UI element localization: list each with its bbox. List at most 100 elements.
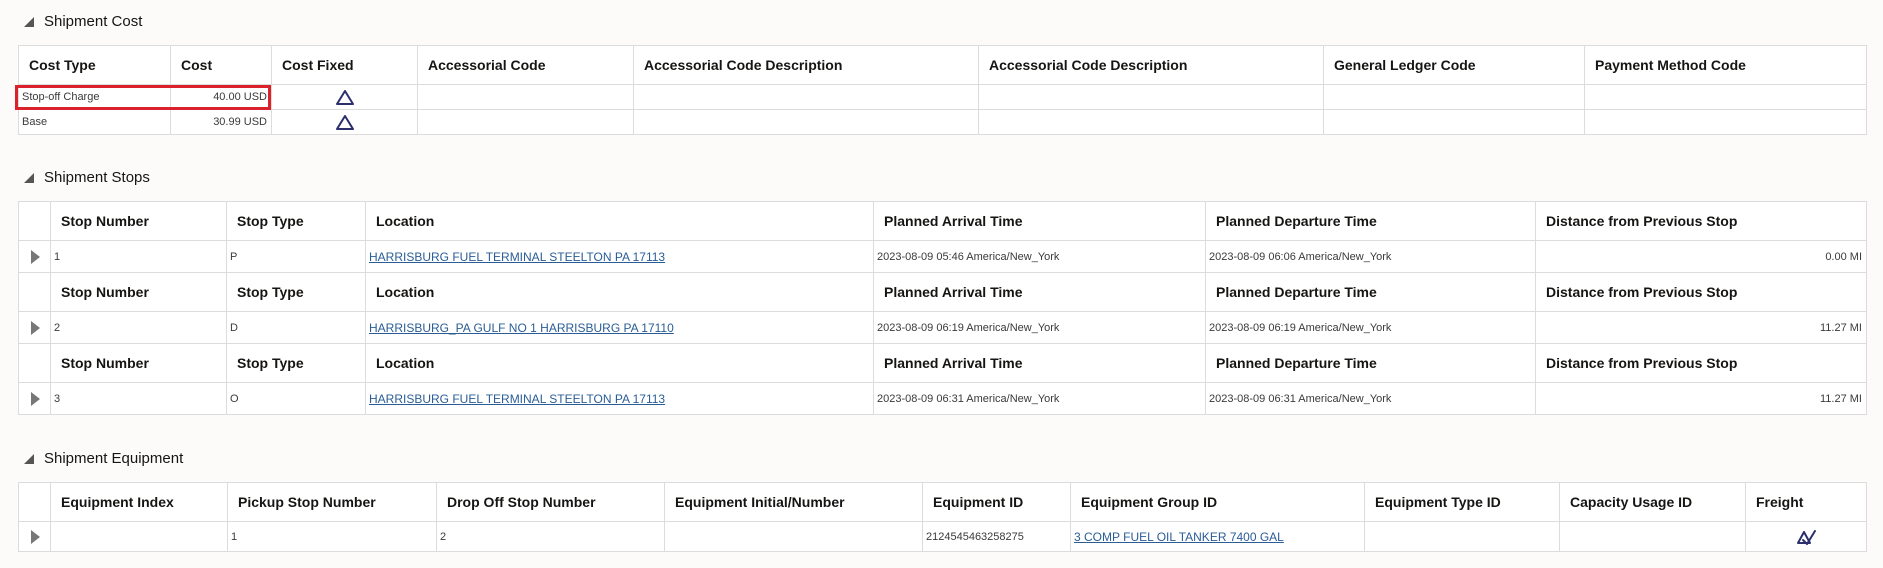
column-header-equipment-id[interactable]: Equipment ID xyxy=(922,482,1071,522)
shipment-equipment-table: Equipment Index Pickup Stop Number Drop … xyxy=(18,482,1867,552)
column-header-location[interactable]: Location xyxy=(365,272,874,312)
table-row[interactable]: 1 P HARRISBURG FUEL TERMINAL STEELTON PA… xyxy=(18,240,1867,273)
cost-type-cell: Base xyxy=(18,109,171,135)
column-header-location[interactable]: Location xyxy=(365,201,874,241)
stop-number-cell: 2 xyxy=(50,311,227,344)
equipment-group-link[interactable]: 3 COMP FUEL OIL TANKER 7400 GAL xyxy=(1074,530,1284,544)
row-expander-cell[interactable] xyxy=(18,382,51,415)
column-header-drop-off-stop-number[interactable]: Drop Off Stop Number xyxy=(436,482,665,522)
table-header-row: Equipment Index Pickup Stop Number Drop … xyxy=(18,482,1867,522)
row-expander-cell[interactable] xyxy=(18,521,51,552)
expand-row-icon[interactable] xyxy=(31,529,40,544)
column-header-cost[interactable]: Cost xyxy=(170,45,272,85)
planned-departure-cell: 2023-08-09 06:31 America/New_York xyxy=(1205,382,1536,415)
cost-cell: 40.00 USD xyxy=(170,84,272,110)
column-header-stop-type[interactable]: Stop Type xyxy=(226,343,366,383)
shipment-cost-section-header[interactable]: Shipment Cost xyxy=(24,9,142,33)
planned-departure-cell: 2023-08-09 06:06 America/New_York xyxy=(1205,240,1536,273)
table-row[interactable]: 1 2 2124545463258275 3 COMP FUEL OIL TAN… xyxy=(18,521,1867,552)
expand-row-icon[interactable] xyxy=(31,249,40,264)
shipment-stops-table: Stop Number Stop Type Location Planned A… xyxy=(18,201,1867,415)
column-header-accessorial-code-description-2[interactable]: Accessorial Code Description xyxy=(978,45,1324,85)
stop-type-cell: O xyxy=(226,382,366,415)
column-header-cost-type[interactable]: Cost Type xyxy=(18,45,171,85)
column-header-stop-number[interactable]: Stop Number xyxy=(50,272,227,312)
location-cell: HARRISBURG_PA GULF NO 1 HARRISBURG PA 17… xyxy=(365,311,874,344)
table-row[interactable]: Stop-off Charge 40.00 USD xyxy=(18,84,1867,110)
location-link[interactable]: HARRISBURG FUEL TERMINAL STEELTON PA 171… xyxy=(369,392,665,406)
general-ledger-code-cell xyxy=(1323,109,1585,135)
table-header-row: Stop Number Stop Type Location Planned A… xyxy=(18,272,1867,312)
table-header-row: Cost Type Cost Cost Fixed Accessorial Co… xyxy=(18,45,1867,85)
expander-header xyxy=(18,201,51,241)
collapse-triangle-icon[interactable] xyxy=(24,17,34,27)
pickup-stop-number-cell: 1 xyxy=(227,521,437,552)
column-header-capacity-usage-id[interactable]: Capacity Usage ID xyxy=(1559,482,1746,522)
freight-check-icon[interactable] xyxy=(1795,528,1817,546)
column-header-distance-from-previous-stop[interactable]: Distance from Previous Stop xyxy=(1535,201,1867,241)
column-header-planned-arrival-time[interactable]: Planned Arrival Time xyxy=(873,343,1206,383)
column-header-equipment-group-id[interactable]: Equipment Group ID xyxy=(1070,482,1365,522)
column-header-general-ledger-code[interactable]: General Ledger Code xyxy=(1323,45,1585,85)
table-row[interactable]: 3 O HARRISBURG FUEL TERMINAL STEELTON PA… xyxy=(18,382,1867,415)
capacity-usage-id-cell xyxy=(1559,521,1746,552)
column-header-freight[interactable]: Freight xyxy=(1745,482,1867,522)
column-header-stop-type[interactable]: Stop Type xyxy=(226,272,366,312)
freight-cell[interactable] xyxy=(1745,521,1867,552)
cost-type-cell: Stop-off Charge xyxy=(18,84,171,110)
section-title: Shipment Equipment xyxy=(44,449,184,467)
location-link[interactable]: HARRISBURG_PA GULF NO 1 HARRISBURG PA 17… xyxy=(369,321,674,335)
distance-cell: 0.00 MI xyxy=(1535,240,1867,273)
shipment-equipment-section-header[interactable]: Shipment Equipment xyxy=(24,446,183,470)
drop-off-stop-number-cell: 2 xyxy=(436,521,665,552)
location-link[interactable]: HARRISBURG FUEL TERMINAL STEELTON PA 171… xyxy=(369,250,665,264)
column-header-payment-method-code[interactable]: Payment Method Code xyxy=(1584,45,1867,85)
location-cell: HARRISBURG FUEL TERMINAL STEELTON PA 171… xyxy=(365,382,874,415)
general-ledger-code-cell xyxy=(1323,84,1585,110)
location-cell: HARRISBURG FUEL TERMINAL STEELTON PA 171… xyxy=(365,240,874,273)
column-header-equipment-type-id[interactable]: Equipment Type ID xyxy=(1364,482,1560,522)
equipment-id-cell: 2124545463258275 xyxy=(922,521,1071,552)
column-header-planned-departure-time[interactable]: Planned Departure Time xyxy=(1205,201,1536,241)
accessorial-code-cell xyxy=(417,84,634,110)
column-header-stop-number[interactable]: Stop Number xyxy=(50,343,227,383)
column-header-stop-type[interactable]: Stop Type xyxy=(226,201,366,241)
shipment-cost-table: Cost Type Cost Cost Fixed Accessorial Co… xyxy=(18,45,1867,135)
payment-method-code-cell xyxy=(1584,84,1867,110)
distance-cell: 11.27 MI xyxy=(1535,311,1867,344)
column-header-planned-arrival-time[interactable]: Planned Arrival Time xyxy=(873,201,1206,241)
row-expander-cell[interactable] xyxy=(18,311,51,344)
accessorial-code-cell xyxy=(417,109,634,135)
planned-arrival-cell: 2023-08-09 06:19 America/New_York xyxy=(873,311,1206,344)
collapse-triangle-icon[interactable] xyxy=(24,454,34,464)
stop-number-cell: 1 xyxy=(50,240,227,273)
column-header-distance-from-previous-stop[interactable]: Distance from Previous Stop xyxy=(1535,343,1867,383)
column-header-stop-number[interactable]: Stop Number xyxy=(50,201,227,241)
column-header-planned-departure-time[interactable]: Planned Departure Time xyxy=(1205,272,1536,312)
accessorial-code-description-cell xyxy=(633,109,979,135)
column-header-location[interactable]: Location xyxy=(365,343,874,383)
triangle-outline-icon xyxy=(335,114,354,130)
column-header-distance-from-previous-stop[interactable]: Distance from Previous Stop xyxy=(1535,272,1867,312)
column-header-accessorial-code-description[interactable]: Accessorial Code Description xyxy=(633,45,979,85)
column-header-accessorial-code[interactable]: Accessorial Code xyxy=(417,45,634,85)
equipment-initial-number-cell xyxy=(664,521,923,552)
column-header-equipment-initial-number[interactable]: Equipment Initial/Number xyxy=(664,482,923,522)
collapse-triangle-icon[interactable] xyxy=(24,173,34,183)
expand-row-icon[interactable] xyxy=(31,391,40,406)
column-header-equipment-index[interactable]: Equipment Index xyxy=(50,482,228,522)
table-row[interactable]: 2 D HARRISBURG_PA GULF NO 1 HARRISBURG P… xyxy=(18,311,1867,344)
column-header-pickup-stop-number[interactable]: Pickup Stop Number xyxy=(227,482,437,522)
column-header-planned-arrival-time[interactable]: Planned Arrival Time xyxy=(873,272,1206,312)
expander-header xyxy=(18,482,51,522)
column-header-cost-fixed[interactable]: Cost Fixed xyxy=(271,45,418,85)
section-title: Shipment Stops xyxy=(44,168,150,186)
shipment-stops-section-header[interactable]: Shipment Stops xyxy=(24,165,150,189)
column-header-planned-departure-time[interactable]: Planned Departure Time xyxy=(1205,343,1536,383)
expand-row-icon[interactable] xyxy=(31,320,40,335)
planned-arrival-cell: 2023-08-09 06:31 America/New_York xyxy=(873,382,1206,415)
table-row[interactable]: Base 30.99 USD xyxy=(18,109,1867,135)
expander-header xyxy=(18,343,51,383)
expander-header xyxy=(18,272,51,312)
row-expander-cell[interactable] xyxy=(18,240,51,273)
